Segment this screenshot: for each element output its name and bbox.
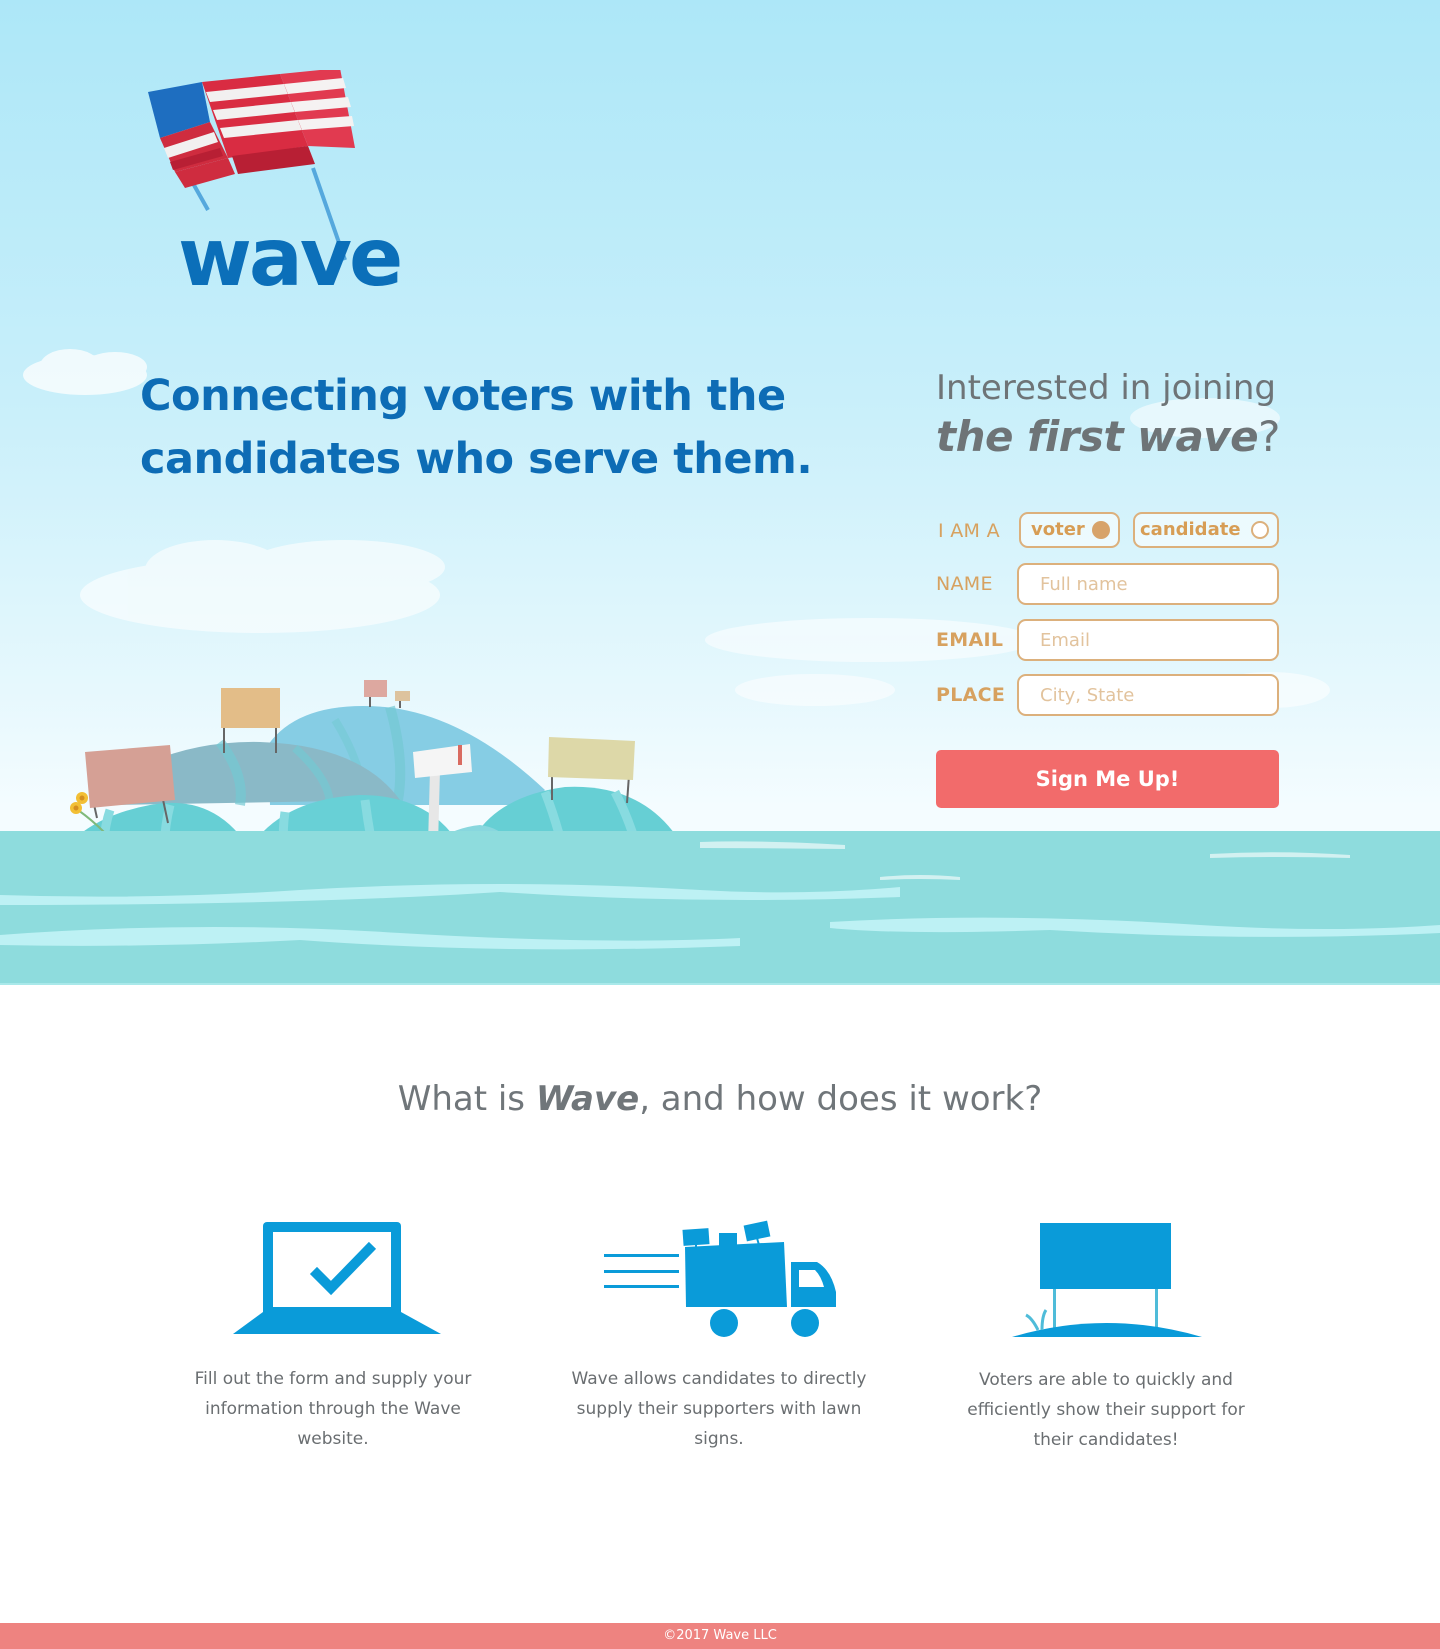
- place-label: PLACE: [936, 684, 1006, 706]
- lawn-sign-icon: [1012, 1223, 1202, 1337]
- step-show-support: Voters are able to quickly and efficient…: [946, 1212, 1266, 1462]
- how-title-after: , and how does it work?: [639, 1079, 1043, 1119]
- signup-title-mark: ?: [1258, 412, 1280, 462]
- role-option-voter-label: voter: [1031, 519, 1085, 540]
- hero-headline: Connecting voters with the candidates wh…: [140, 371, 813, 484]
- name-input[interactable]: [1017, 563, 1279, 605]
- role-option-candidate[interactable]: candidate: [1133, 512, 1279, 548]
- wave-logo[interactable]: wave: [130, 70, 430, 298]
- how-title-brand: Wave: [535, 1079, 640, 1119]
- role-row: I AM A voter candidate: [936, 510, 1288, 552]
- email-row: EMAIL: [936, 619, 1288, 661]
- hero-section: wave Connecting voters with the candidat…: [0, 0, 1440, 985]
- how-title-before: What is: [397, 1079, 536, 1119]
- how-it-works-title: What is Wave, and how does it work?: [0, 1079, 1440, 1119]
- place-row: PLACE: [936, 674, 1288, 716]
- role-label: I AM A: [938, 520, 1000, 542]
- place-input[interactable]: [1017, 674, 1279, 716]
- laptop-check-icon: [233, 1222, 441, 1334]
- email-input[interactable]: [1017, 619, 1279, 661]
- role-option-candidate-label: candidate: [1140, 519, 1241, 540]
- email-label: EMAIL: [936, 629, 1004, 651]
- step-delivery-text: Wave allows candidates to directly suppl…: [571, 1369, 867, 1449]
- step-delivery: Wave allows candidates to directly suppl…: [559, 1212, 879, 1462]
- step-show-support-text: Voters are able to quickly and efficient…: [967, 1370, 1245, 1450]
- radio-unselected-icon: [1251, 521, 1269, 539]
- signup-title-emphasis: the first wave: [936, 412, 1259, 462]
- page-footer: ©2017 Wave LLC: [0, 1623, 1440, 1649]
- sign-me-up-button[interactable]: Sign Me Up!: [936, 750, 1279, 808]
- radio-selected-icon: [1092, 521, 1110, 539]
- signup-title: the first wave?: [936, 413, 1288, 461]
- cloud-icon: [80, 540, 445, 633]
- cloud-icon: [23, 349, 147, 395]
- logo-wordmark: wave: [178, 211, 403, 304]
- name-row: NAME: [936, 563, 1288, 605]
- step-fill-form-text: Fill out the form and supply your inform…: [194, 1369, 472, 1449]
- signup-form: Interested in joining the first wave? I …: [936, 368, 1288, 808]
- role-option-voter[interactable]: voter: [1019, 512, 1120, 548]
- copyright-text: ©2017 Wave LLC: [663, 1628, 777, 1643]
- step-fill-form: Fill out the form and supply your inform…: [173, 1212, 493, 1462]
- signup-intro: Interested in joining: [936, 368, 1276, 408]
- ocean-waves-icon: [0, 831, 1440, 985]
- delivery-truck-icon: [604, 1220, 836, 1337]
- name-label: NAME: [936, 573, 993, 595]
